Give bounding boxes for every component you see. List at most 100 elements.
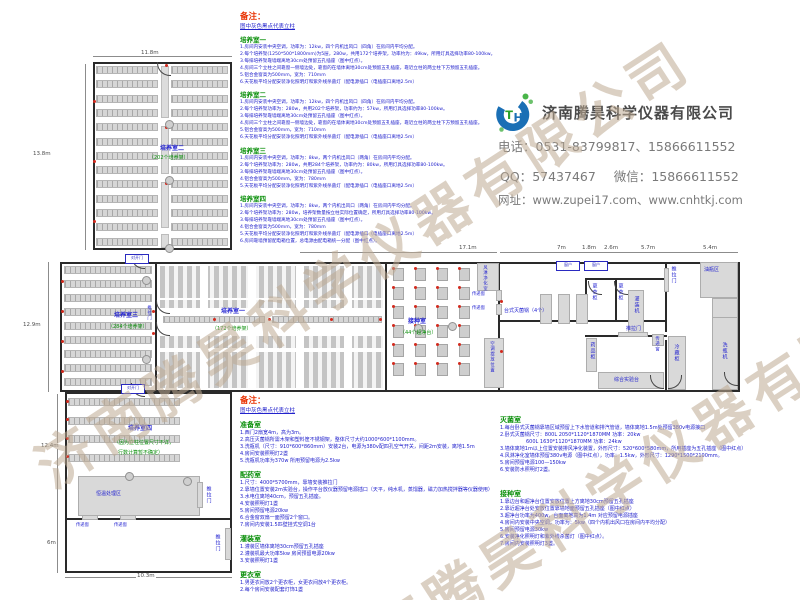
equipment-block (712, 298, 738, 318)
section-heading: 更衣室 (240, 571, 500, 580)
rack-bar (96, 95, 158, 103)
wall (385, 262, 387, 392)
note-line: 1.房间内安装中央空调，功率为：12kw，四个内机出风口（四角）在房间内平均分配… (240, 45, 660, 52)
column-dot (458, 305, 461, 308)
room-note-py2: （202个培养架） (149, 155, 189, 161)
company-web: 网址：www.zupei17.com、www.cnhtkj.com (498, 192, 743, 208)
column-dot (152, 310, 155, 313)
pillar-circle (183, 477, 192, 486)
column-dot (392, 286, 395, 289)
clean-bench (437, 344, 448, 357)
ac-space-label: 空调摆放位置 (489, 341, 495, 373)
column-dot (458, 362, 461, 365)
note-line: 6.房间靠墙预留配电箱位置，总电源由配电箱统一分配（图中红点）。 (240, 239, 660, 246)
wall (93, 248, 232, 250)
column-dot (152, 332, 155, 335)
rack-bar (96, 109, 158, 117)
rack-bar (96, 195, 158, 203)
note-line: 4.房间内安装中央空调，功率为：5kw（四个内机出风口在房间内平均分配） (500, 520, 800, 527)
pillar-circle (125, 472, 134, 481)
note-line: 1.西门2扇宽4m，高为3m。 (240, 430, 500, 437)
column-dot (213, 318, 216, 321)
note-line: 4.安装照明灯1盏 (240, 501, 500, 508)
column-dot (93, 220, 96, 223)
note-line: 2.每个房间安装配套灯饰1盏 (240, 587, 500, 594)
note-line: 2.每个培养架(1250*500*1800mm)为5层，280w，共用172个培… (240, 52, 660, 59)
column-dot (66, 455, 69, 458)
notes-bottom-left: 备注： 图中灰色黑点代表立柱 准备室 1.西门2扇宽4m，高为3m。 2.高压灭… (240, 396, 500, 594)
rack-bar (96, 223, 158, 231)
note-line: 5.洗瓶机功率为370w 所用预留电源为2.5kw (240, 458, 500, 465)
equipment-block (197, 482, 203, 508)
section-heading: 配药室 (240, 471, 500, 480)
rack-bar (171, 95, 228, 103)
note-line: 3.超净台功率为400w，台面离地高为1.4m 对应预留电源插座 (500, 513, 800, 520)
column-dot (458, 286, 461, 289)
company-phone: 电话：0531-83799817、15866611552 (498, 136, 735, 155)
column-dot (392, 267, 395, 270)
company-name: 济南腾昊科学仪器有限公司 (542, 102, 734, 123)
filling-machine-label: 灌装机 (633, 296, 639, 314)
rack-bar (68, 398, 180, 406)
column-dot (458, 267, 461, 270)
pass-window-label: 传递窗 (472, 291, 485, 298)
section-heading: 准备室 (240, 421, 500, 430)
column-dot (61, 310, 64, 313)
dim-mid: 17.1m (458, 245, 478, 251)
clean-bench (459, 287, 470, 300)
equipment-block (558, 294, 570, 324)
note-line: 5.铝合金窗高为500mm，宽为：710mm (240, 73, 660, 80)
note-line: 1.男更衣间放2个更衣柜，女更衣间放4个更衣柜。 (240, 580, 500, 587)
clean-bench (393, 287, 404, 300)
rack-bar (96, 180, 158, 188)
wardrobe-label: 更衣柜 (591, 283, 597, 301)
column-dot (61, 280, 64, 283)
bench-label: 综合实验台 (614, 377, 639, 384)
pass-window-label: 传递窗 (76, 522, 89, 529)
rack-band (160, 266, 383, 298)
note-line: 4.风淋净化室墙体预留380v电源（图中红点），功率：1.5kw，外形尺寸：12… (500, 453, 800, 460)
notes-bottom-right: 灭菌室 1.每台卧式灭菌锅靠墙区域预留上下水管道和排汽管道，墙体离地1.5m处预… (500, 416, 800, 548)
room-note-py3: （284个培养架） (108, 324, 148, 330)
pass-window-label: 传递窗 (472, 305, 485, 312)
equipment-block (120, 515, 136, 520)
column-dot (268, 318, 271, 321)
wardrobe-label: 更衣柜 (617, 283, 623, 301)
pass-window-label: 传递窗 (654, 336, 660, 352)
phone-label: 电话： (498, 139, 536, 154)
rack-bar (96, 123, 158, 131)
notes-subtitle: 图中灰色黑点代表立柱 (240, 407, 500, 415)
column-dot (414, 343, 417, 346)
web-label: 网址： (498, 193, 533, 207)
rack-bar (96, 209, 158, 217)
column-dot (436, 362, 439, 365)
column-dot (436, 305, 439, 308)
dim-left-top: 13.8m (32, 151, 52, 157)
column-dot (500, 300, 503, 303)
rack-bar (96, 238, 158, 246)
column-dot (66, 437, 69, 440)
wall (585, 278, 667, 280)
autoclave-label: 台式灭菌锅（4个） (504, 308, 547, 315)
note-line: 6.合金窗双扇一面预留2个窗口。 (240, 515, 500, 522)
notes-title: 备注： (240, 396, 500, 407)
clean-bench (393, 344, 404, 357)
column-dot (93, 100, 96, 103)
column-dot (392, 324, 395, 327)
note-line: 2.高压灭菌锅所需木架和塑料筐不锈钢架，整体尺寸大约1000*600*1100m… (240, 437, 500, 444)
wall (500, 390, 740, 392)
double-door-marker: 对开门 (121, 384, 145, 394)
note-line: 2.灌装机最大功率5kw 房间预留电源20kw (240, 551, 500, 558)
door-arc (157, 62, 171, 76)
note-line: 4.铝合金窗高为500mm，宽为：780mm (240, 225, 660, 232)
room-label-py3: 培养室三 (114, 312, 138, 319)
note-line: 5.房间预留电源20kw (240, 508, 500, 515)
column-dot (392, 343, 395, 346)
note-line: 1.灌装区墙体离地30cm预留五孔插座 (240, 544, 500, 551)
window-marker: 窗户 (556, 261, 580, 271)
phone-value: 0531-83799817、15866611552 (536, 139, 736, 154)
clean-bench (459, 268, 470, 281)
rack-bar (64, 280, 152, 288)
clean-bench (437, 287, 448, 300)
clean-bench (437, 325, 448, 338)
